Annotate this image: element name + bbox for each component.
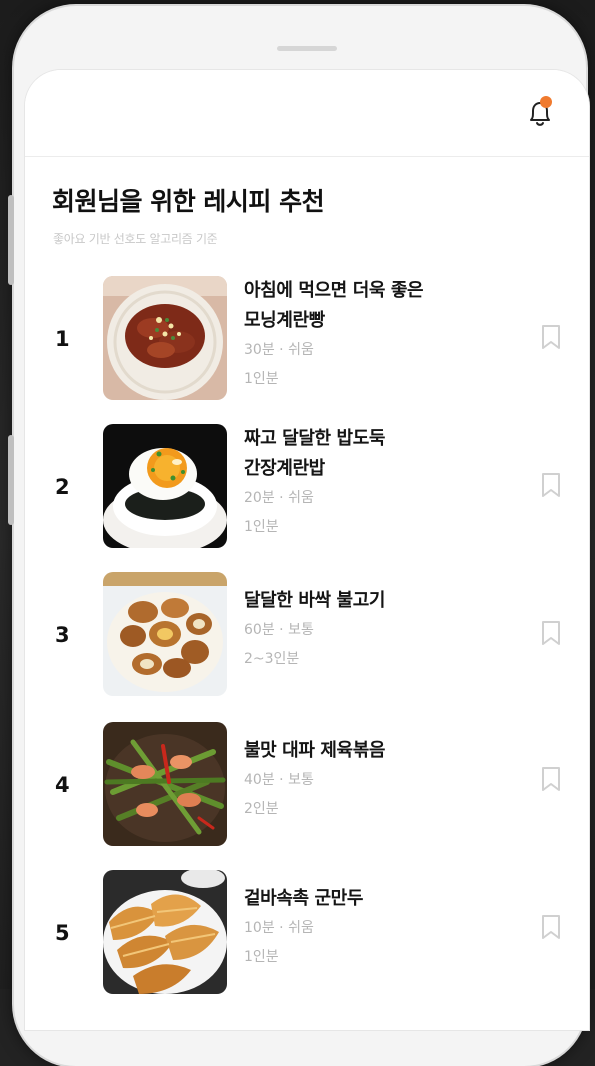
bookmark-icon[interactable] <box>541 620 561 646</box>
phone-speaker <box>277 46 337 51</box>
recipe-name: 달달한 바싹 불고기 <box>244 590 386 611</box>
recipe-row[interactable]: 2 짜고 달달한 밥도둑 간장계란밥 20분 · 쉬움 1인분 <box>25 424 589 550</box>
recipe-row[interactable]: 1 아침에 먹으면 더욱 좋은 모닝계란빵 30분 · 쉬움 1인분 <box>25 276 589 402</box>
phone-side-button <box>8 435 14 525</box>
recipe-name: 불맛 대파 제육볶음 <box>244 740 386 761</box>
bell-icon[interactable] <box>527 96 553 130</box>
rank-number: 3 <box>55 623 70 647</box>
phone-side-button <box>8 195 14 285</box>
recipe-difficulty: 보통 <box>288 772 314 788</box>
bookmark-icon[interactable] <box>541 914 561 940</box>
rank-number: 5 <box>55 921 70 945</box>
meta-separator: · <box>279 920 284 936</box>
recipe-name: 겉바속촉 군만두 <box>244 888 363 909</box>
recipe-meta: 20분 · 쉬움 <box>244 484 524 513</box>
recipe-servings: 2인분 <box>244 801 279 817</box>
recipe-thumbnail <box>103 276 227 400</box>
meta-separator: · <box>279 622 284 638</box>
recipe-difficulty: 쉬움 <box>288 342 314 358</box>
recipe-meta: 30분 · 쉬움 <box>244 336 524 365</box>
recipe-thumbnail <box>103 572 227 696</box>
recipe-info: 짜고 달달한 밥도둑 간장계란밥 20분 · 쉬움 1인분 <box>244 424 524 542</box>
meta-separator: · <box>279 342 284 358</box>
recipe-servings: 1인분 <box>244 371 279 387</box>
recipe-meta: 60분 · 보통 <box>244 616 524 645</box>
rank-number: 1 <box>55 327 70 351</box>
recipe-servings: 1인분 <box>244 519 279 535</box>
meta-separator: · <box>279 490 284 506</box>
meta-separator: · <box>279 772 284 788</box>
recipe-row[interactable]: 5 겉바속촉 군만두 10분 · 쉬움 1인분 <box>25 870 589 996</box>
rank-number: 4 <box>55 773 70 797</box>
recipe-row[interactable]: 3 달달한 바싹 불고기 60분 · 보통 2~3인분 <box>25 572 589 698</box>
recipe-info: 달달한 바싹 불고기 60분 · 보통 2~3인분 <box>244 586 524 674</box>
recipe-time: 10분 <box>244 920 275 936</box>
recipe-thumbnail <box>103 722 227 846</box>
recipe-meta: 40분 · 보통 <box>244 766 524 795</box>
bookmark-icon[interactable] <box>541 472 561 498</box>
recipe-difficulty: 보통 <box>288 622 314 638</box>
bookmark-icon[interactable] <box>541 766 561 792</box>
recipe-difficulty: 쉬움 <box>288 920 314 936</box>
bookmark-icon[interactable] <box>541 324 561 350</box>
page-title: 회원님을 위한 레시피 추천 <box>52 187 325 216</box>
recipe-info: 겉바속촉 군만두 10분 · 쉬움 1인분 <box>244 884 524 972</box>
recipe-time: 40분 <box>244 772 275 788</box>
recipe-time: 60분 <box>244 622 275 638</box>
recipe-time: 20분 <box>244 490 275 506</box>
recipe-meta: 10분 · 쉬움 <box>244 914 524 943</box>
recipe-time: 30분 <box>244 342 275 358</box>
recipe-servings: 2~3인분 <box>244 651 300 667</box>
top-bar <box>25 70 589 157</box>
recipe-info: 아침에 먹으면 더욱 좋은 모닝계란빵 30분 · 쉬움 1인분 <box>244 276 524 394</box>
recipe-servings: 1인분 <box>244 949 279 965</box>
recipe-info: 불맛 대파 제육볶음 40분 · 보통 2인분 <box>244 736 524 824</box>
recipe-thumbnail <box>103 870 227 994</box>
recipe-row[interactable]: 4 불맛 대파 제육볶음 40분 · 보통 2인분 <box>25 722 589 848</box>
recipe-name: 짜고 달달한 밥도둑 간장계란밥 <box>244 428 386 479</box>
recipe-difficulty: 쉬움 <box>288 490 314 506</box>
app-screen: 회원님을 위한 레시피 추천 좋아요 기반 선호도 알고리즘 기준 1 아침에 … <box>25 70 589 1030</box>
recipe-thumbnail <box>103 424 227 548</box>
recipe-name: 아침에 먹으면 더욱 좋은 모닝계란빵 <box>244 280 424 331</box>
page-subtitle: 좋아요 기반 선호도 알고리즘 기준 <box>53 232 218 246</box>
rank-number: 2 <box>55 475 70 499</box>
